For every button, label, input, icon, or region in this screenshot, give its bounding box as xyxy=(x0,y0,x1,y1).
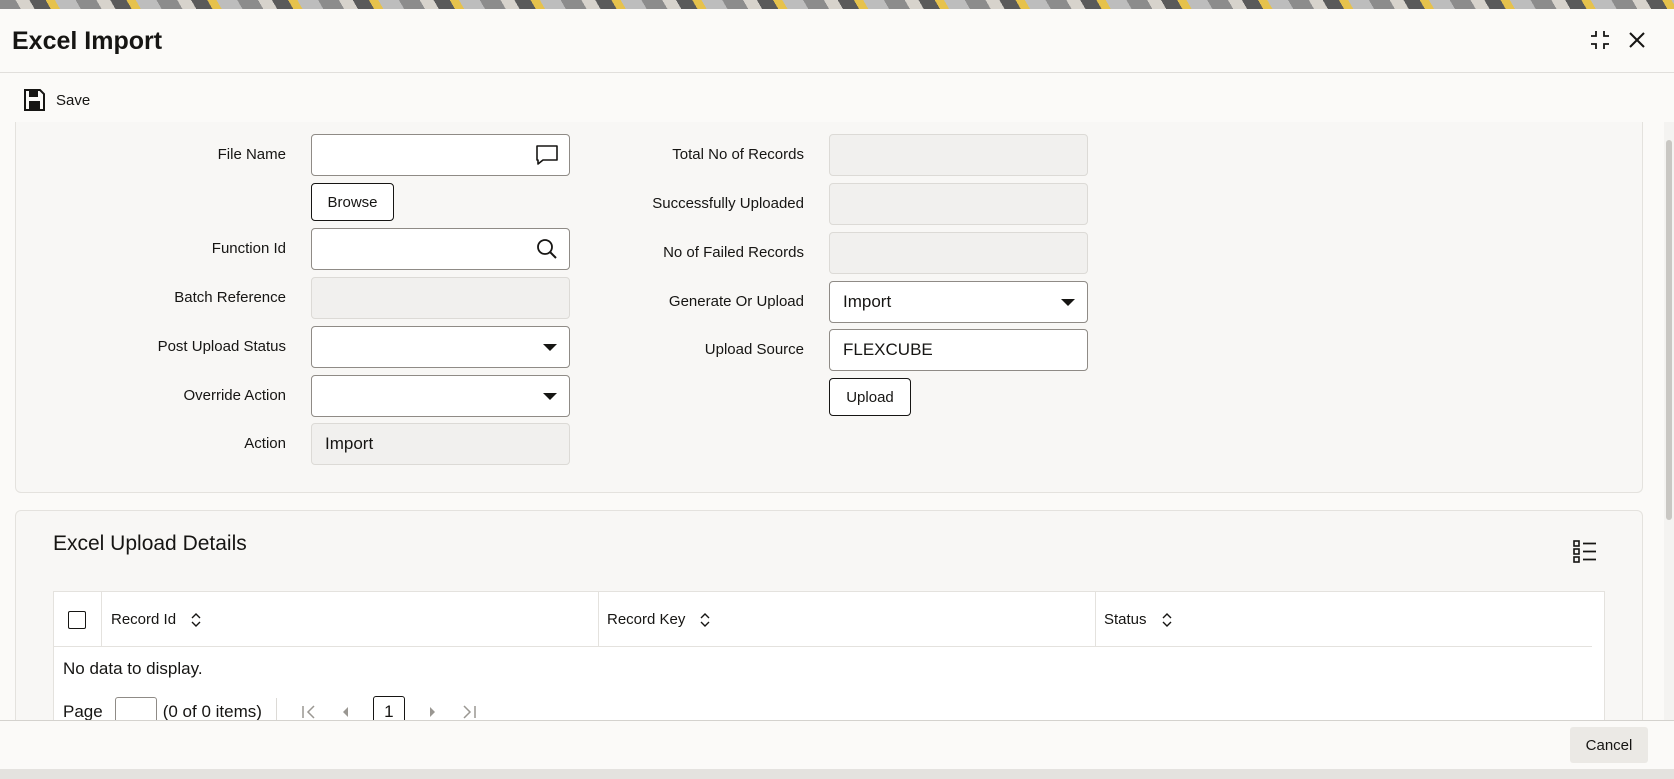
cancel-button[interactable]: Cancel xyxy=(1570,727,1648,763)
browse-button[interactable]: Browse xyxy=(311,183,394,221)
override-action-select[interactable] xyxy=(311,375,570,417)
total-records-label: Total No of Records xyxy=(672,146,804,163)
failed-records-label: No of Failed Records xyxy=(663,244,804,261)
sort-icon[interactable] xyxy=(190,612,202,628)
upload-details-table: Record Id Record Key Status No data to d… xyxy=(53,591,1605,728)
function-id-label: Function Id xyxy=(211,240,286,257)
chevron-down-icon xyxy=(1061,299,1075,306)
post-upload-status-select[interactable] xyxy=(311,326,570,368)
file-name-label: File Name xyxy=(217,146,286,163)
sort-icon[interactable] xyxy=(1161,612,1173,628)
upload-source-label: Upload Source xyxy=(704,341,804,358)
empty-table-message: No data to display. xyxy=(63,659,203,678)
function-id-field[interactable] xyxy=(311,228,570,270)
maximize-icon[interactable] xyxy=(1585,25,1615,55)
generate-or-upload-select[interactable]: Import xyxy=(829,281,1088,323)
file-name-field[interactable] xyxy=(311,134,570,176)
upload-source-field[interactable]: FLEXCUBE xyxy=(829,329,1088,371)
sort-icon[interactable] xyxy=(699,612,711,628)
column-divider xyxy=(598,592,599,647)
column-header-status[interactable]: Status xyxy=(1104,592,1173,647)
dialog-titlebar: Excel Import xyxy=(0,9,1674,73)
column-divider xyxy=(1095,592,1096,647)
toolbar: Save xyxy=(0,75,1674,125)
page-bottom-strip xyxy=(0,769,1674,779)
search-icon[interactable] xyxy=(535,237,559,261)
dialog-title: Excel Import xyxy=(12,27,163,55)
chevron-down-icon xyxy=(543,344,557,351)
chevron-down-icon xyxy=(543,393,557,400)
total-records-field xyxy=(829,134,1088,176)
previous-page-icon[interactable] xyxy=(335,702,355,722)
upload-button[interactable]: Upload xyxy=(829,378,911,416)
override-action-label: Override Action xyxy=(183,387,286,404)
generate-or-upload-label: Generate Or Upload xyxy=(668,293,804,310)
last-page-icon[interactable] xyxy=(459,702,479,722)
save-button[interactable]: Save xyxy=(22,85,90,115)
save-label: Save xyxy=(56,91,91,109)
background-banner xyxy=(0,0,1674,9)
next-page-icon[interactable] xyxy=(423,702,443,722)
batch-reference-field xyxy=(311,277,570,319)
dialog-footer: Cancel xyxy=(0,720,1674,769)
failed-records-field xyxy=(829,232,1088,274)
first-page-icon[interactable] xyxy=(299,702,319,722)
message-icon[interactable] xyxy=(535,143,559,167)
successfully-uploaded-field xyxy=(829,183,1088,225)
column-header-record-id[interactable]: Record Id xyxy=(111,592,202,647)
batch-reference-label: Batch Reference xyxy=(174,289,286,306)
select-all-checkbox[interactable] xyxy=(68,611,86,629)
table-header: Record Id Record Key Status xyxy=(54,592,1592,647)
action-field: Import xyxy=(311,423,570,465)
column-divider xyxy=(101,592,102,647)
page-label: Page xyxy=(63,702,103,721)
column-header-record-key[interactable]: Record Key xyxy=(607,592,711,647)
items-count: (0 of 0 items) xyxy=(162,702,262,721)
close-icon[interactable] xyxy=(1622,25,1652,55)
section-title: Excel Upload Details xyxy=(53,532,247,555)
scrollbar-thumb[interactable] xyxy=(1666,140,1672,520)
action-label: Action xyxy=(244,435,286,452)
post-upload-status-label: Post Upload Status xyxy=(157,338,286,355)
save-icon xyxy=(24,89,45,111)
successfully-uploaded-label: Successfully Uploaded xyxy=(652,195,804,212)
list-view-icon[interactable] xyxy=(1572,538,1598,564)
